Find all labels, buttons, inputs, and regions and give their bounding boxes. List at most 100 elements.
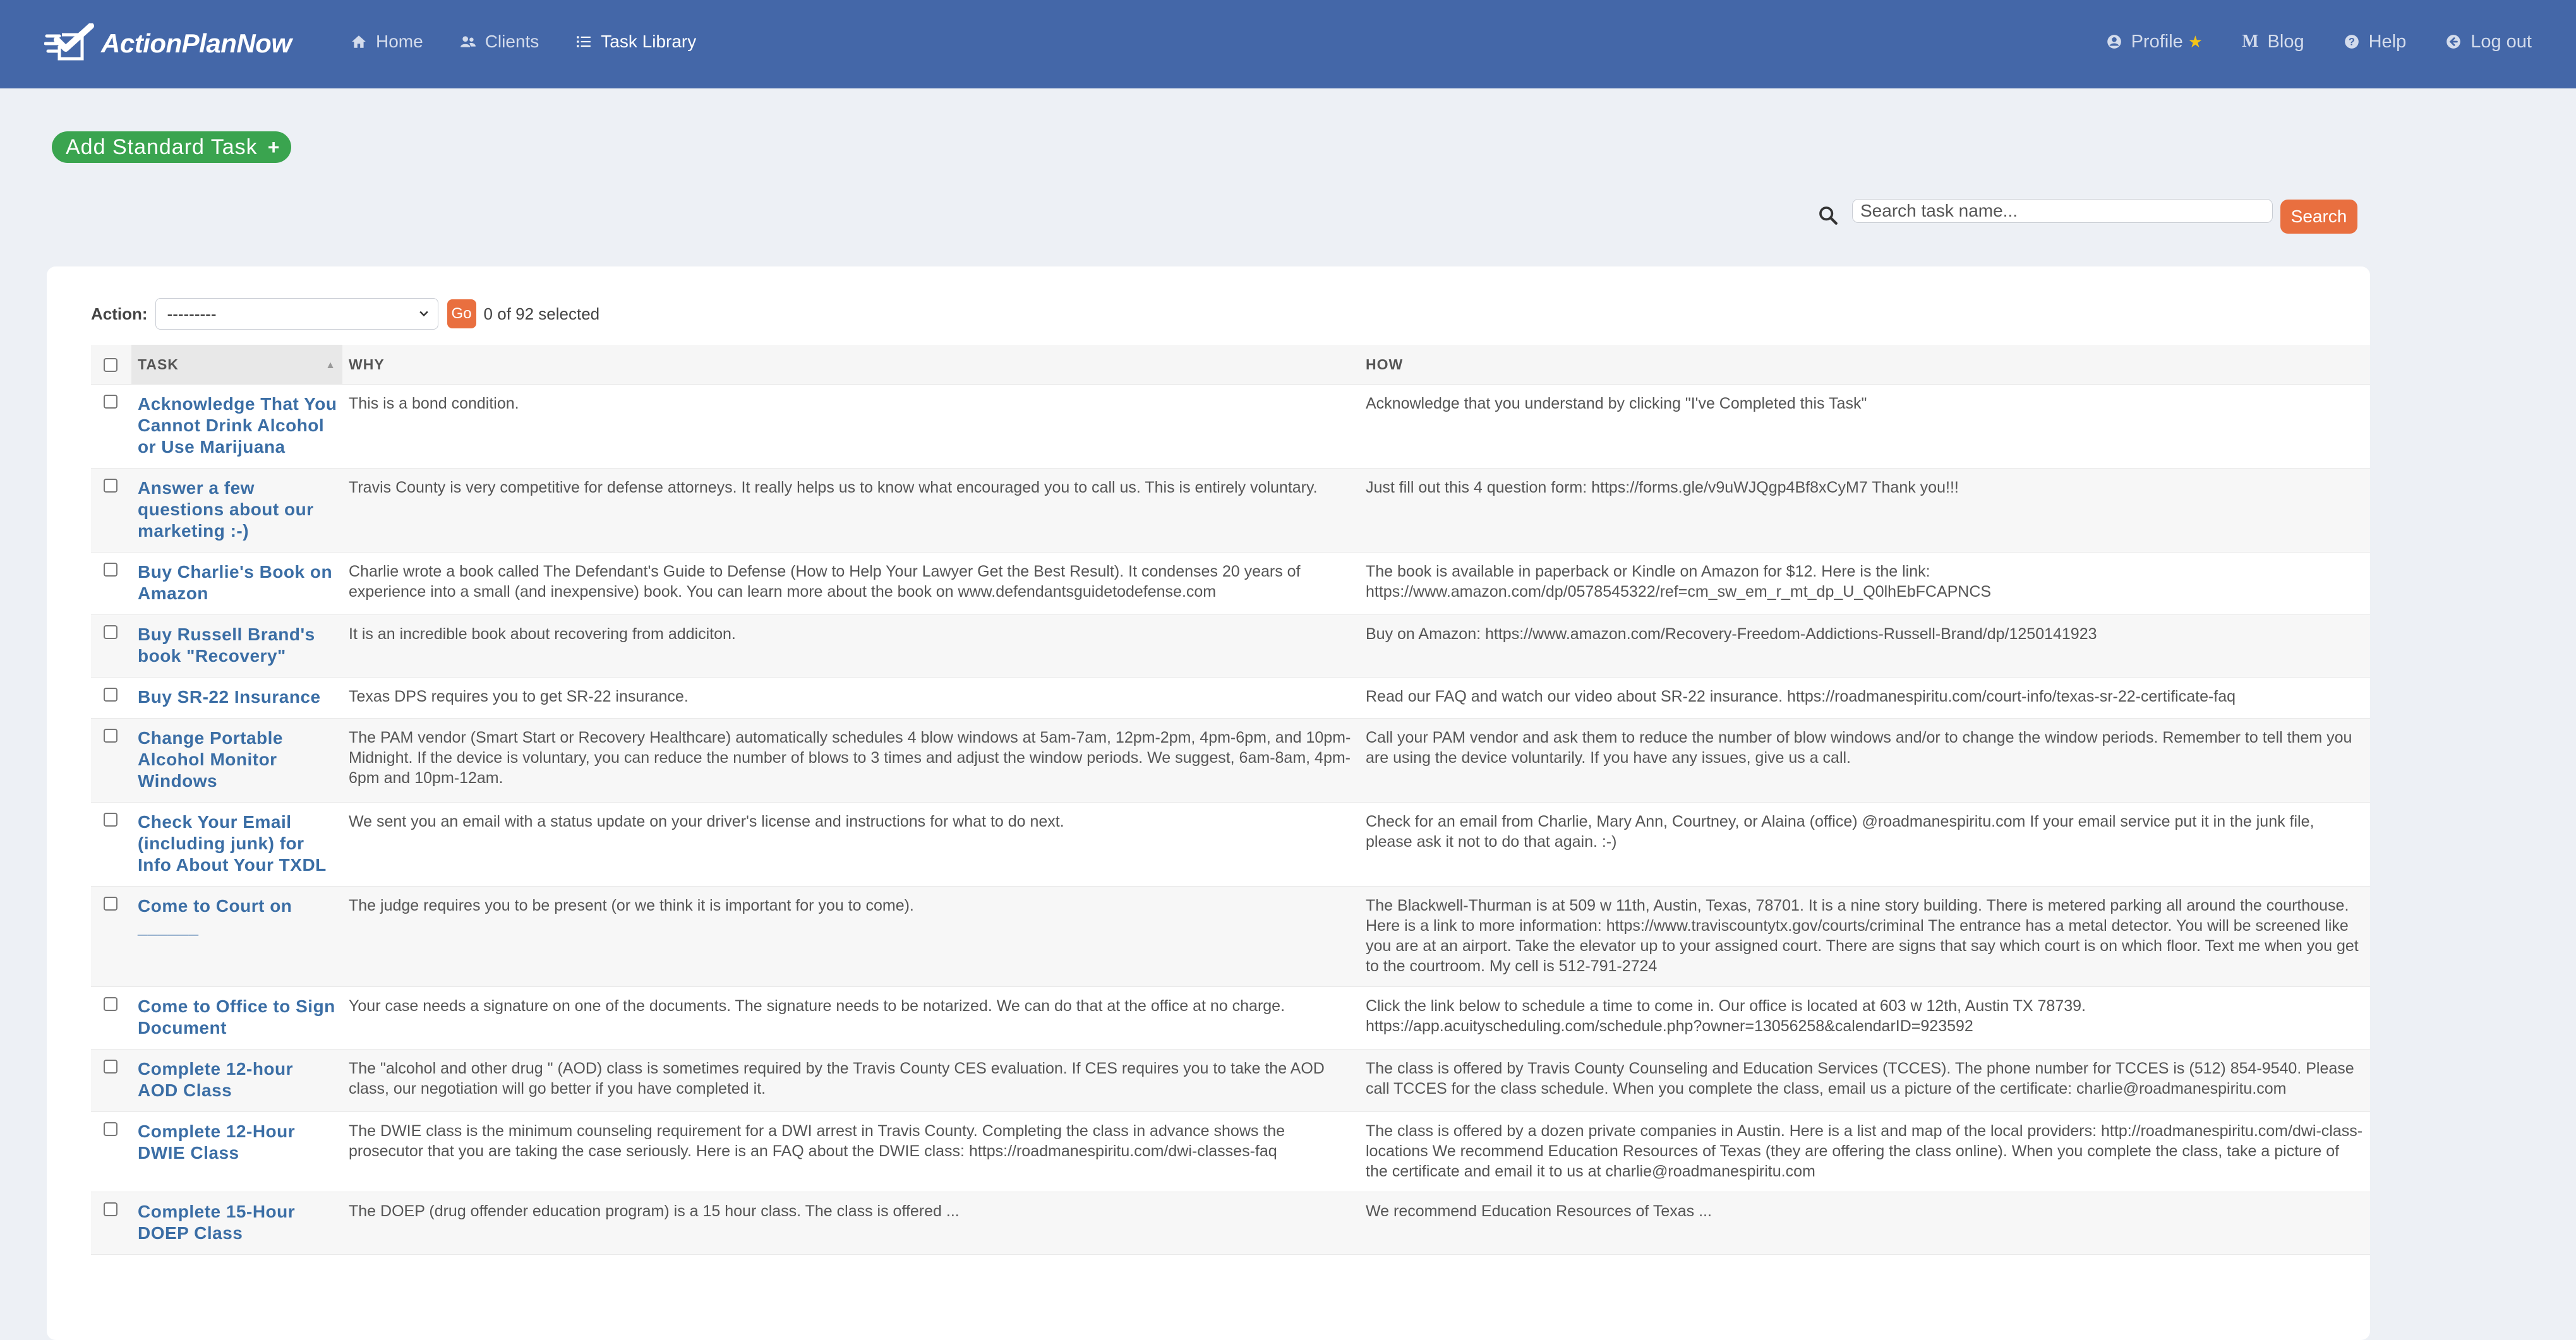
task-how-cell: Check for an email from Charlie, Mary An… <box>1359 802 2370 887</box>
table-row: Change Portable Alcohol Monitor Windows T… <box>91 718 2370 803</box>
nav-logout[interactable]: Log out <box>2445 28 2532 56</box>
users-icon <box>460 33 476 50</box>
task-how-cell: Read our FAQ and watch our video about S… <box>1359 677 2370 719</box>
row-select-cell <box>91 468 131 553</box>
go-button[interactable]: Go <box>447 299 476 328</box>
checklist-logo-icon <box>44 23 94 61</box>
home-icon <box>351 33 367 50</box>
table-row: Come to Court on ______ The judge require… <box>91 886 2370 987</box>
table-row: Buy Russell Brand's book "Recovery" It is… <box>91 614 2370 678</box>
task-name-cell: Change Portable Alcohol Monitor Windows <box>131 718 342 803</box>
table-header-row: TASK ▲ WHY HOW <box>91 345 2370 385</box>
column-header-how: HOW <box>1359 345 2370 385</box>
task-how-cell: We recommend Education Resources of Texa… <box>1359 1192 2370 1255</box>
row-select-cell <box>91 614 131 678</box>
row-select-cell <box>91 677 131 719</box>
task-name-cell: Answer a few questions about our marketi… <box>131 468 342 553</box>
star-icon: ★ <box>2188 32 2203 51</box>
task-how-cell: Buy on Amazon: https://www.amazon.com/Re… <box>1359 614 2370 678</box>
nav-blog[interactable]: M Blog <box>2242 28 2304 56</box>
row-select-checkbox[interactable] <box>104 997 117 1011</box>
sort-ascending-icon[interactable]: ▲ <box>325 360 336 371</box>
row-select-cell <box>91 886 131 987</box>
row-select-checkbox[interactable] <box>104 897 117 911</box>
row-select-cell <box>91 718 131 803</box>
row-select-cell <box>91 1111 131 1192</box>
task-name-link[interactable]: Buy Charlie's Book on Amazon <box>138 562 332 603</box>
task-name-link[interactable]: Buy SR-22 Insurance <box>138 687 321 707</box>
nav-profile[interactable]: Profile ★ <box>2106 28 2203 56</box>
action-select-value: --------- <box>167 304 217 323</box>
task-name-link[interactable]: Check Your Email (including junk) for In… <box>138 812 327 875</box>
table-row: Check Your Email (including junk) for In… <box>91 802 2370 887</box>
table-row: Answer a few questions about our marketi… <box>91 468 2370 553</box>
nav-profile-label: Profile <box>2131 31 2183 52</box>
row-select-checkbox[interactable] <box>104 395 117 409</box>
task-name-cell: Buy SR-22 Insurance <box>131 677 342 719</box>
row-select-checkbox[interactable] <box>104 1122 117 1136</box>
row-select-checkbox[interactable] <box>104 625 117 639</box>
sign-out-icon <box>2445 33 2462 50</box>
task-how-cell: The book is available in paperback or Ki… <box>1359 552 2370 615</box>
action-label: Action: <box>91 304 148 323</box>
task-table: TASK ▲ WHY HOW Acknowledge That You Cann… <box>91 345 2370 1255</box>
task-name-link[interactable]: Come to Office to Sign Document <box>138 996 335 1038</box>
add-standard-task-label: Add Standard Task <box>66 135 258 159</box>
task-how-cell: Click the link below to schedule a time … <box>1359 986 2370 1050</box>
task-why-cell: The judge requires you to be present (or… <box>342 886 1359 987</box>
task-name-link[interactable]: Acknowledge That You Cannot Drink Alcoho… <box>138 394 337 457</box>
task-why-cell: The DOEP (drug offender education progra… <box>342 1192 1359 1255</box>
nav-home-label: Home <box>376 32 423 51</box>
task-how-cell: Call your PAM vendor and ask them to red… <box>1359 718 2370 803</box>
task-why-cell: Charlie wrote a book called The Defendan… <box>342 552 1359 615</box>
row-select-checkbox[interactable] <box>104 813 117 827</box>
task-why-cell: The DWIE class is the minimum counseling… <box>342 1111 1359 1192</box>
nav-clients[interactable]: Clients <box>460 28 539 56</box>
table-row: Complete 12-hour AOD Class The "alcohol a… <box>91 1049 2370 1112</box>
table-row: Buy SR-22 Insurance Texas DPS requires yo… <box>91 677 2370 719</box>
select-all-cell <box>91 345 131 385</box>
select-all-checkbox[interactable] <box>104 358 117 372</box>
list-icon <box>575 33 592 50</box>
bulk-actions-bar: Action: --------- Go 0 of 92 selected <box>91 298 599 330</box>
task-name-cell: Complete 12-hour AOD Class <box>131 1049 342 1112</box>
task-name-link[interactable]: Answer a few questions about our marketi… <box>138 478 314 541</box>
task-how-cell: Acknowledge that you understand by click… <box>1359 384 2370 469</box>
action-select[interactable]: --------- <box>155 298 438 330</box>
row-select-cell <box>91 1049 131 1112</box>
task-why-cell: Your case needs a signature on one of th… <box>342 986 1359 1050</box>
search-button[interactable]: Search <box>2280 200 2357 234</box>
table-row: Complete 15-Hour DOEP Class The DOEP (dru… <box>91 1192 2370 1255</box>
brand-logo[interactable]: ActionPlanNow <box>44 21 292 66</box>
task-why-cell: We sent you an email with a status updat… <box>342 802 1359 887</box>
task-why-cell: The PAM vendor (Smart Start or Recovery … <box>342 718 1359 803</box>
row-select-checkbox[interactable] <box>104 729 117 743</box>
nav-task-library[interactable]: Task Library <box>575 28 696 56</box>
row-select-cell <box>91 552 131 615</box>
row-select-checkbox[interactable] <box>104 1202 117 1216</box>
row-select-cell <box>91 802 131 887</box>
task-name-link[interactable]: Come to Court on ______ <box>138 896 292 937</box>
task-name-link[interactable]: Complete 12-hour AOD Class <box>138 1059 293 1100</box>
task-name-link[interactable]: Complete 15-Hour DOEP Class <box>138 1202 295 1243</box>
task-name-link[interactable]: Change Portable Alcohol Monitor Windows <box>138 728 283 791</box>
task-how-cell: The Blackwell-Thurman is at 509 w 11th, … <box>1359 886 2370 987</box>
row-select-checkbox[interactable] <box>104 688 117 702</box>
nav-help[interactable]: ? Help <box>2344 28 2406 56</box>
add-standard-task-button[interactable]: Add Standard Task + <box>52 131 292 163</box>
task-list-card: Action: --------- Go 0 of 92 selected TA… <box>47 266 2370 1340</box>
svg-text:?: ? <box>2349 36 2355 47</box>
column-header-task-label: TASK <box>138 356 179 373</box>
column-header-why: WHY <box>342 345 1359 385</box>
task-name-link[interactable]: Complete 12-Hour DWIE Class <box>138 1122 295 1163</box>
column-header-task[interactable]: TASK ▲ <box>131 345 342 385</box>
question-circle-icon: ? <box>2344 33 2360 50</box>
row-select-checkbox[interactable] <box>104 1060 117 1074</box>
task-name-link[interactable]: Buy Russell Brand's book "Recovery" <box>138 625 315 666</box>
nav-home[interactable]: Home <box>351 28 423 56</box>
row-select-checkbox[interactable] <box>104 563 117 577</box>
search-input[interactable] <box>1852 199 2273 223</box>
row-select-checkbox[interactable] <box>104 479 117 493</box>
table-row: Acknowledge That You Cannot Drink Alcoho… <box>91 384 2370 469</box>
selected-count: 0 of 92 selected <box>483 304 600 323</box>
